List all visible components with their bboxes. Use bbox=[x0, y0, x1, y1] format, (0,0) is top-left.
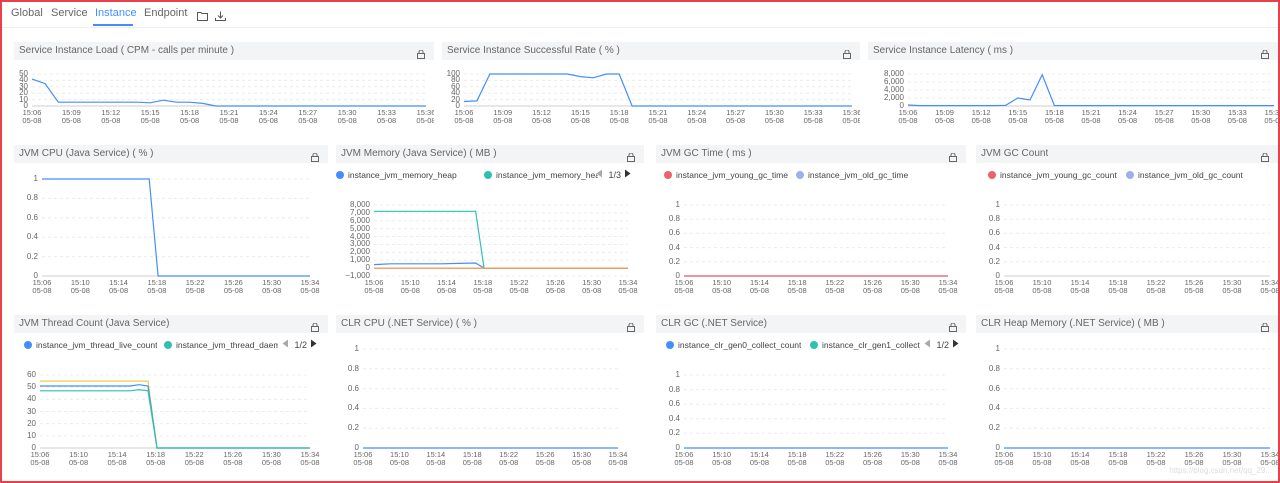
tab-divider bbox=[2, 27, 1278, 28]
panel-clr-heap-memory: CLR Heap Memory (.NET Service) ( MB ) 0 0.… bbox=[976, 315, 1278, 481]
tab-service[interactable]: Service bbox=[51, 7, 88, 19]
chart-plot bbox=[463, 73, 852, 107]
panel-clr-gc: CLR GC (.NET Service) instance_clr_gen0_c… bbox=[656, 315, 966, 481]
series-line bbox=[31, 78, 426, 107]
panel-jvm-cpu: JVM CPU (Java Service) ( % ) 0 0.2 0.4 0.6 0.… bbox=[14, 145, 328, 305]
chart-plot bbox=[1004, 348, 1270, 449]
panel-clr-cpu: CLR CPU (.NET Service) ( % ) 0 0.2 0.4 0.6 0.… bbox=[336, 315, 644, 481]
panel-jvm-gc-time: JVM GC Time ( ms ) instance_jvm_young_gc_… bbox=[656, 145, 966, 305]
series-line bbox=[40, 388, 310, 449]
panel-jvm-memory: JVM Memory (Java Service) ( MB ) instance… bbox=[336, 145, 644, 305]
chart-plot bbox=[907, 73, 1274, 107]
active-tab-indicator bbox=[93, 24, 133, 26]
tab-instance[interactable]: Instance bbox=[95, 7, 137, 19]
chart-plot bbox=[1004, 204, 1270, 277]
panel-service-instance-latency: Service Instance Latency ( ms ) 0 2,000 4,0… bbox=[868, 42, 1278, 134]
series-line bbox=[374, 210, 628, 269]
series-line bbox=[42, 178, 310, 277]
panel-service-instance-load: Service Instance Load ( CPM - calls per … bbox=[14, 42, 434, 134]
panel-service-instance-successful-rate: Service Instance Successful Rate ( % ) 0 2… bbox=[442, 42, 860, 134]
tab-bar: Global Service Instance Endpoint bbox=[2, 2, 1278, 28]
chart-plot bbox=[42, 178, 310, 277]
tab-global[interactable]: Global bbox=[11, 7, 43, 19]
chart-plot bbox=[684, 374, 948, 449]
download-icon[interactable] bbox=[215, 8, 226, 26]
chart-plot bbox=[363, 348, 618, 449]
series-line bbox=[373, 262, 628, 269]
panel-jvm-thread-count: JVM Thread Count (Java Service) instance_… bbox=[14, 315, 328, 481]
chart-plot bbox=[40, 374, 310, 449]
dashboard-frame: Global Service Instance Endpoint Service… bbox=[0, 0, 1280, 483]
series-line bbox=[40, 384, 310, 449]
watermark: https://blog.csdn.net/qq_29... bbox=[1169, 466, 1272, 475]
panel-jvm-gc-count: JVM GC Count instance_jvm_young_gc_count i… bbox=[976, 145, 1278, 305]
series-line bbox=[463, 73, 852, 107]
folder-icon[interactable] bbox=[197, 8, 208, 26]
chart-plot bbox=[31, 73, 426, 107]
chart-plot bbox=[373, 204, 628, 277]
chart-plot bbox=[684, 204, 948, 277]
tab-endpoint[interactable]: Endpoint bbox=[144, 7, 187, 19]
